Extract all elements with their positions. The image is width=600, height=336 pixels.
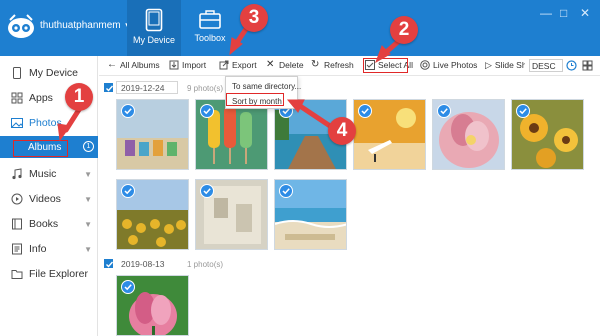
arrow-1-head-icon: [57, 123, 71, 142]
callout-2: 2: [390, 16, 418, 44]
callout-3: 3: [240, 4, 268, 32]
callout-1: 1: [65, 83, 93, 111]
arrow-4: [297, 103, 333, 129]
annotation-arrows: [57, 23, 403, 142]
callout-4: 4: [328, 117, 356, 145]
